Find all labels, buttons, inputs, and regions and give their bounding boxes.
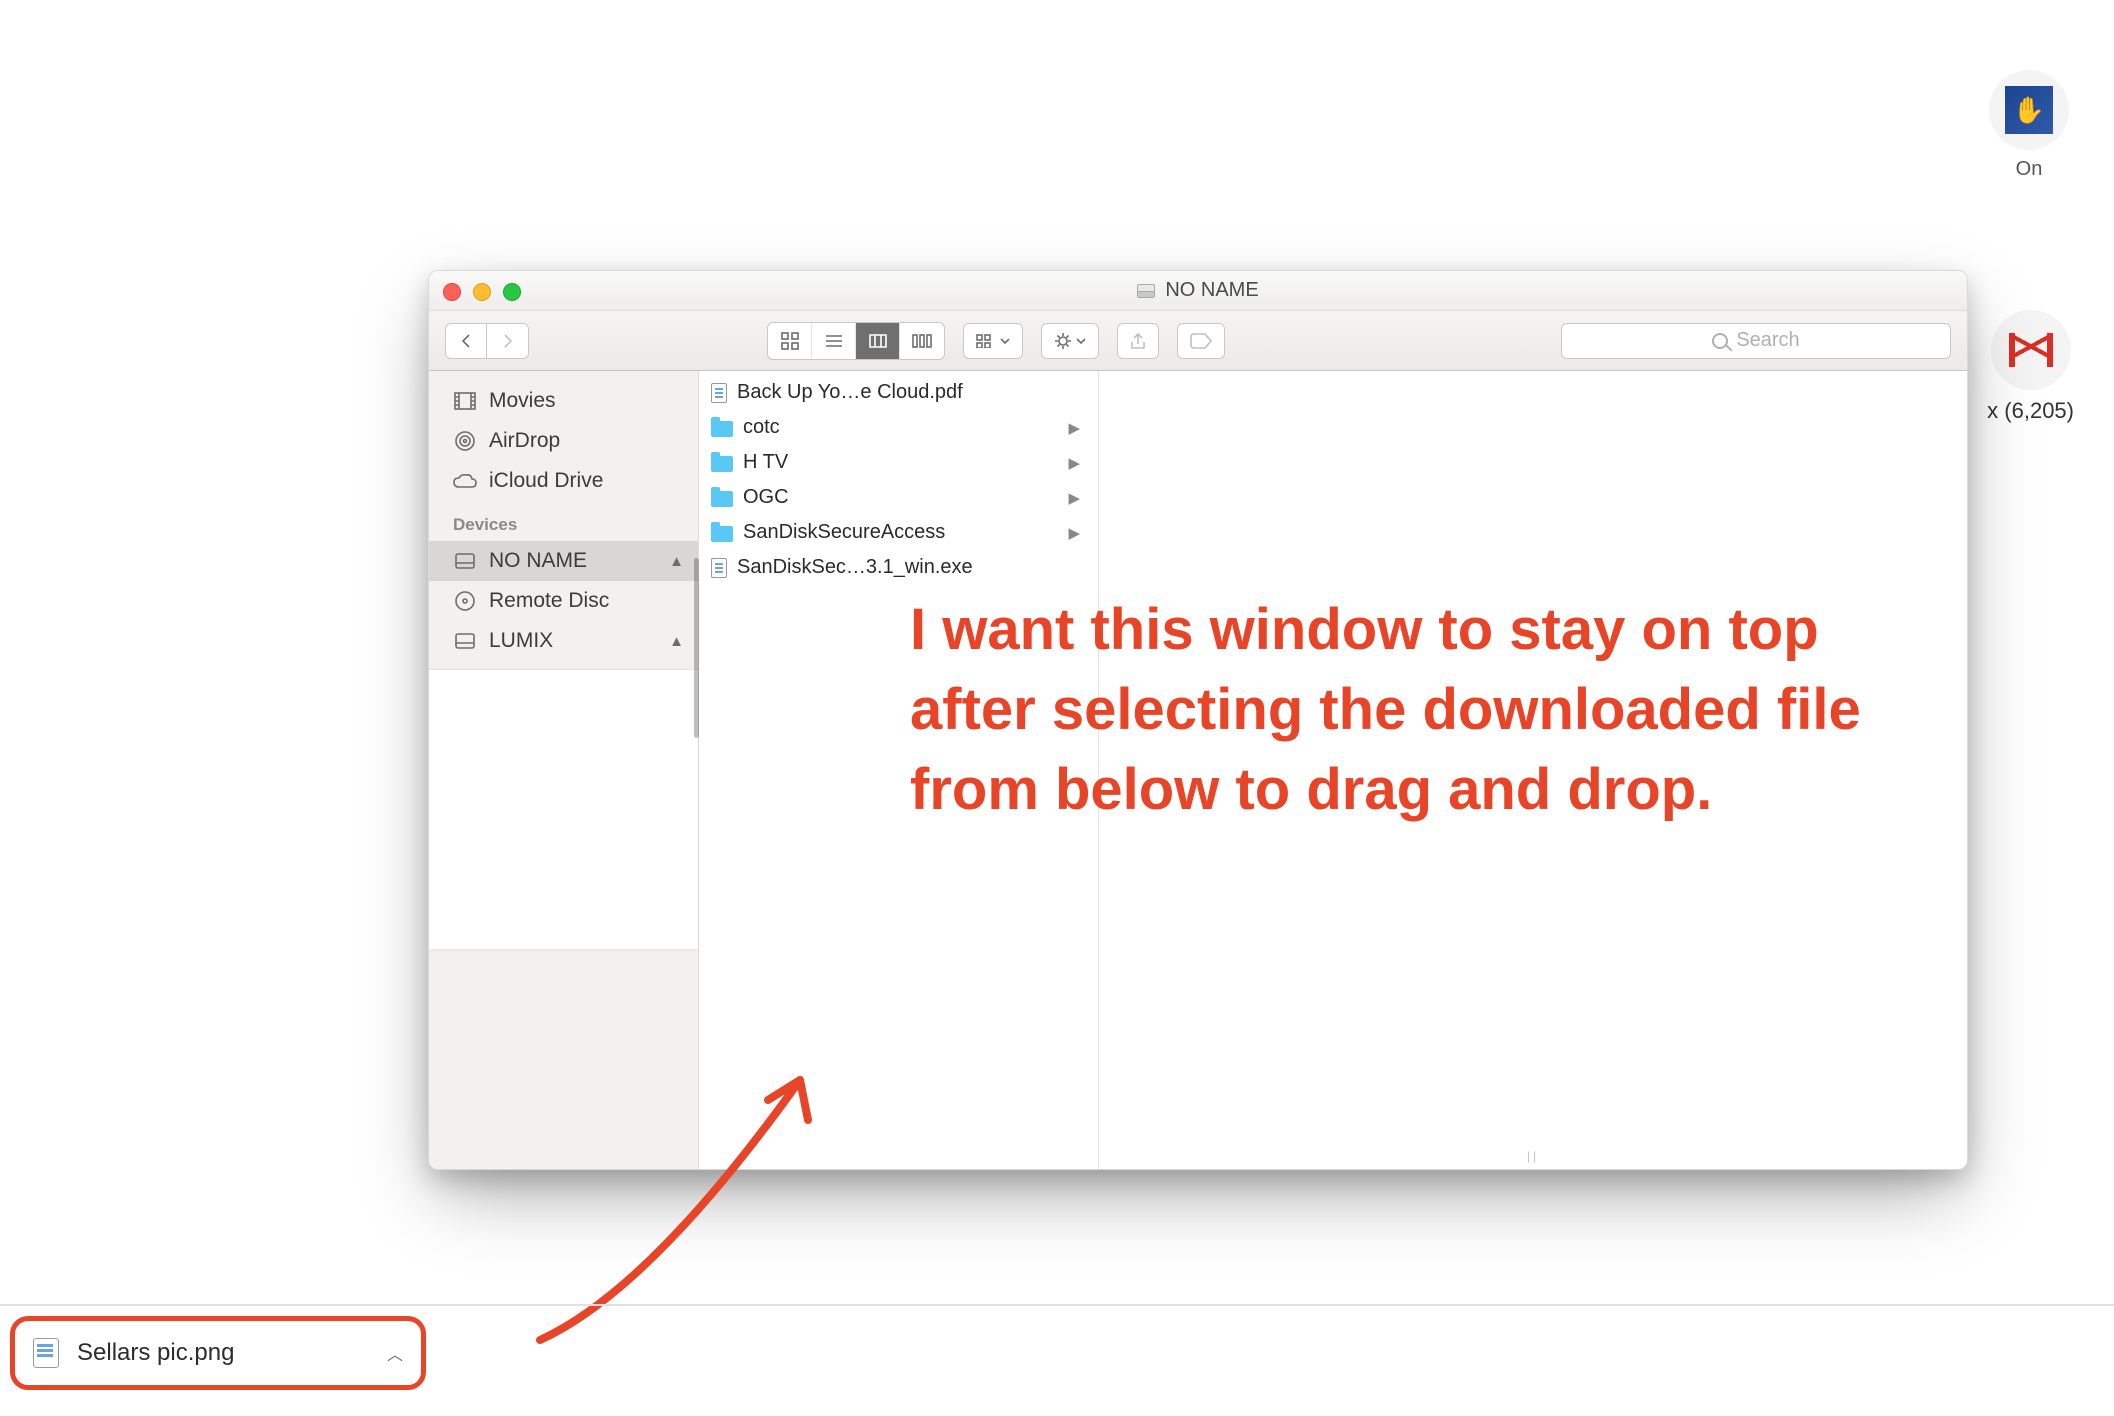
search-input[interactable]: Search (1561, 323, 1951, 359)
share-button[interactable] (1117, 323, 1159, 359)
folder-icon (711, 456, 733, 472)
sidebar-item-label: NO NAME (489, 549, 587, 573)
window-title: NO NAME (1165, 279, 1258, 302)
toolbar: Search (429, 311, 1967, 371)
download-bar-divider (0, 1304, 2114, 1306)
file-name: SanDiskSecureAccess (743, 521, 1058, 544)
sidebar-item-label: AirDrop (489, 429, 560, 453)
on-app-widget[interactable]: ✋ On (1989, 70, 2069, 181)
close-button[interactable] (443, 283, 461, 301)
eject-icon[interactable]: ▲ (669, 633, 684, 650)
file-row[interactable]: SanDiskSecureAccess ▶ (699, 515, 1098, 550)
sidebar-item-no-name[interactable]: NO NAME ▲ (429, 541, 698, 581)
file-name: cotc (743, 416, 1058, 439)
sidebar-item-airdrop[interactable]: AirDrop (429, 421, 698, 461)
file-name: Back Up Yo…e Cloud.pdf (737, 381, 1080, 404)
gmail-icon-circle (1991, 310, 2071, 390)
folder-icon (711, 421, 733, 437)
sidebar-item-label: LUMIX (489, 629, 553, 653)
disk-icon (1137, 284, 1155, 298)
chevron-right-icon: ▶ (1068, 419, 1080, 437)
sidebar-item-label: Remote Disc (489, 589, 609, 613)
view-list-icon[interactable] (812, 323, 856, 359)
download-chip[interactable]: Sellars pic.png ︿ (10, 1316, 426, 1390)
sidebar: Movies AirDrop iCloud Drive Devices NO (429, 371, 699, 1169)
chevron-right-icon: ▶ (1068, 489, 1080, 507)
tag-icon (1190, 333, 1212, 349)
disk-icon (453, 629, 477, 653)
airdrop-icon (453, 429, 477, 453)
action-button[interactable] (1041, 323, 1099, 359)
optical-disc-icon (453, 589, 477, 613)
window-controls (443, 283, 521, 301)
sidebar-item-label: Movies (489, 389, 556, 413)
file-row[interactable]: SanDiskSec…3.1_win.exe (699, 550, 1098, 585)
eject-icon[interactable]: ▲ (669, 553, 684, 570)
document-icon (711, 558, 727, 578)
view-icon-grid[interactable] (768, 323, 812, 359)
sidebar-item-icloud[interactable]: iCloud Drive (429, 461, 698, 501)
search-placeholder: Search (1736, 329, 1799, 352)
gmail-icon (2009, 333, 2053, 367)
minimize-button[interactable] (473, 283, 491, 301)
tags-button[interactable] (1177, 323, 1225, 359)
sidebar-item-movies[interactable]: Movies (429, 381, 698, 421)
sidebar-devices-header: Devices (429, 501, 698, 541)
disk-icon (453, 549, 477, 573)
nav-buttons (445, 323, 529, 359)
on-label: On (1989, 158, 2069, 181)
chevron-down-icon (1076, 337, 1086, 345)
sidebar-empty-area (429, 669, 698, 949)
chevron-right-icon: ▶ (1068, 454, 1080, 472)
gmail-widget[interactable]: x (6,205) (1987, 310, 2074, 424)
folder-icon (711, 526, 733, 542)
search-icon (1712, 333, 1728, 349)
arrange-button[interactable] (963, 323, 1023, 359)
file-row[interactable]: cotc ▶ (699, 410, 1098, 445)
sidebar-item-label: iCloud Drive (489, 469, 603, 493)
gear-icon (1054, 332, 1072, 350)
file-name: SanDiskSec…3.1_win.exe (737, 556, 1080, 579)
chevron-up-icon[interactable]: ︿ (387, 1341, 403, 1365)
chevron-down-icon (1000, 337, 1010, 345)
sidebar-item-remote-disc[interactable]: Remote Disc (429, 581, 698, 621)
chevron-right-icon: ▶ (1068, 524, 1080, 542)
titlebar[interactable]: NO NAME (429, 271, 1967, 311)
forward-button[interactable] (487, 323, 529, 359)
document-icon (711, 383, 727, 403)
file-name: OGC (743, 486, 1058, 509)
share-icon (1130, 332, 1146, 350)
movies-icon (453, 389, 477, 413)
view-gallery-icon[interactable] (900, 323, 944, 359)
download-filename: Sellars pic.png (77, 1339, 369, 1367)
file-name: H TV (743, 451, 1058, 474)
file-row[interactable]: H TV ▶ (699, 445, 1098, 480)
on-icon-circle: ✋ (1989, 70, 2069, 150)
folder-icon (711, 491, 733, 507)
pane-resize-handle[interactable]: || (1527, 1149, 1539, 1163)
gmail-inbox-count: x (6,205) (1987, 398, 2074, 424)
back-button[interactable] (445, 323, 487, 359)
zoom-button[interactable] (503, 283, 521, 301)
file-row[interactable]: OGC ▶ (699, 480, 1098, 515)
annotation-text: I want this window to stay on top after … (910, 590, 1930, 830)
view-mode-segment (767, 322, 945, 360)
file-row[interactable]: Back Up Yo…e Cloud.pdf (699, 375, 1098, 410)
view-columns-icon[interactable] (856, 323, 900, 359)
hand-art-icon: ✋ (2005, 86, 2053, 134)
icloud-icon (453, 469, 477, 493)
sidebar-item-lumix[interactable]: LUMIX ▲ (429, 621, 698, 661)
file-icon (33, 1338, 59, 1368)
